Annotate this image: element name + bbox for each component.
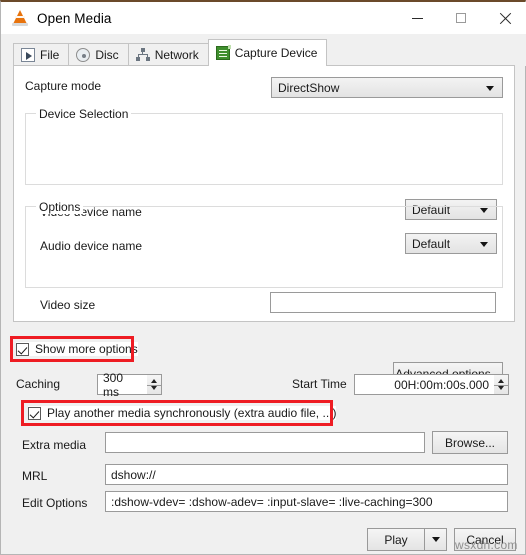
tab-file-label: File — [40, 48, 60, 62]
edit-options-label: Edit Options — [22, 496, 88, 510]
capture-mode-label: Capture mode — [25, 79, 102, 93]
show-more-options-row[interactable]: Show more options — [16, 342, 138, 356]
show-more-options-label: Show more options — [35, 342, 138, 356]
video-size-input[interactable] — [270, 292, 496, 313]
tab-capture-device-label: Capture Device — [234, 46, 318, 60]
caching-spinner-buttons[interactable] — [147, 374, 162, 395]
options-group: Options — [25, 200, 503, 288]
vlc-cone-icon — [11, 9, 29, 27]
edit-options-input[interactable]: :dshow-vdev= :dshow-adev= :input-slave= … — [105, 491, 508, 512]
caching-label-row: Caching — [16, 377, 60, 391]
caching-value[interactable]: 300 ms — [97, 371, 147, 399]
video-size-label: Video size — [40, 298, 96, 312]
tab-disc-label: Disc — [95, 48, 119, 62]
extra-media-label: Extra media — [22, 438, 87, 452]
start-time-spinner-buttons[interactable] — [494, 374, 509, 395]
tab-file[interactable]: File — [13, 43, 70, 66]
browse-button[interactable]: Browse... — [432, 431, 508, 454]
play-label: Play — [384, 532, 408, 547]
device-selection-group: Device Selection — [25, 107, 503, 185]
tab-disc[interactable]: Disc — [68, 43, 129, 66]
play-button[interactable]: Play — [367, 528, 425, 551]
options-group-title: Options — [36, 200, 84, 214]
site-watermark: wsxdn.com — [455, 538, 518, 552]
caching-label: Caching — [16, 377, 61, 391]
video-size-label-row: Video size — [40, 298, 95, 312]
mrl-label-row: MRL — [22, 469, 47, 483]
tab-network-label: Network — [154, 48, 199, 62]
device-selection-group-title: Device Selection — [36, 107, 132, 121]
browse-label: Browse... — [444, 435, 495, 450]
capture-device-icon — [215, 45, 231, 60]
capture-device-panel: Capture mode DirectShow Device Selection… — [13, 65, 515, 385]
capture-mode-value: DirectShow — [278, 80, 340, 95]
play-dropdown-button[interactable] — [425, 528, 447, 551]
open-media-dialog: Open Media File Disc Network Capture Dev… — [0, 0, 526, 555]
chevron-down-icon — [486, 85, 494, 91]
capture-mode-label-row: Capture mode — [25, 79, 101, 93]
close-button[interactable] — [483, 2, 526, 34]
mrl-label: MRL — [22, 469, 48, 483]
start-time-label-row: Start Time — [292, 377, 347, 391]
start-time-stepper[interactable]: 00H:00m:00s.000 — [354, 374, 509, 395]
show-more-options-checkbox[interactable] — [16, 342, 29, 356]
chevron-down-icon — [431, 537, 440, 542]
edit-options-label-row: Edit Options — [22, 496, 87, 510]
capture-mode-select[interactable]: DirectShow — [271, 77, 503, 98]
title-bar: Open Media — [1, 2, 526, 34]
extra-media-label-row: Extra media — [22, 438, 86, 452]
maximize-button[interactable] — [439, 2, 483, 34]
caching-stepper[interactable]: 300 ms — [97, 371, 162, 399]
tab-network[interactable]: Network — [127, 43, 209, 66]
maximize-icon — [456, 13, 466, 23]
minimize-icon — [411, 17, 423, 19]
play-sync-row[interactable]: Play another media synchronously (extra … — [28, 406, 337, 420]
close-icon — [499, 12, 512, 25]
tab-capture-device[interactable]: Capture Device — [207, 39, 328, 66]
mrl-input[interactable]: dshow:// — [105, 464, 508, 485]
tab-bar: File Disc Network Capture Device — [13, 34, 328, 66]
file-icon — [21, 48, 35, 62]
minimize-button[interactable] — [395, 2, 439, 34]
window-controls — [395, 2, 526, 34]
network-icon — [135, 48, 150, 62]
start-time-label: Start Time — [292, 377, 347, 391]
start-time-value[interactable]: 00H:00m:00s.000 — [354, 374, 494, 395]
play-sync-label: Play another media synchronously (extra … — [47, 406, 337, 420]
disc-icon — [76, 48, 91, 62]
extra-media-input[interactable] — [105, 432, 425, 453]
window-title: Open Media — [37, 10, 112, 26]
play-sync-checkbox[interactable] — [28, 406, 41, 420]
